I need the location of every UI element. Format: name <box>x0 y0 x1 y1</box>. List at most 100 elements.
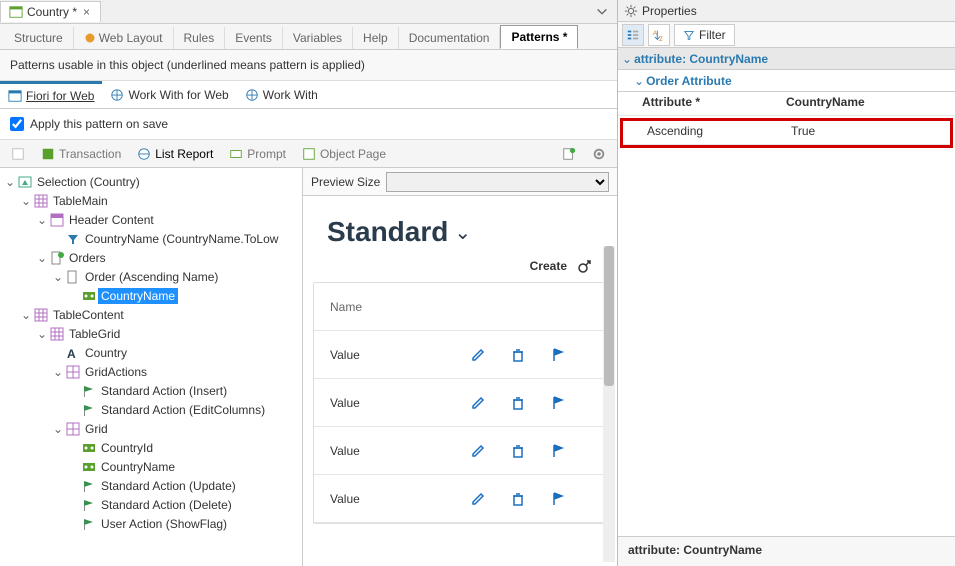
tree-sa-delete[interactable]: Standard Action (Delete) <box>0 495 302 514</box>
delete-icon[interactable] <box>510 443 550 459</box>
alphabetical-button[interactable]: AZ <box>648 24 670 46</box>
toolbar-btn-listreport[interactable]: List Report <box>130 144 220 164</box>
tab-help[interactable]: Help <box>353 27 399 49</box>
toolbar-btn-settings[interactable] <box>585 144 613 164</box>
row-label: Value <box>330 444 470 458</box>
tree-gridactions[interactable]: ⌄GridActions <box>0 362 302 381</box>
property-row[interactable]: Ascending True <box>623 121 950 145</box>
table-row: Value <box>314 379 606 427</box>
create-button[interactable]: Create <box>530 259 567 273</box>
tree-sa-update[interactable]: Standard Action (Update) <box>0 476 302 495</box>
tree-tablecontent[interactable]: ⌄TableContent <box>0 305 302 324</box>
delete-icon[interactable] <box>510 347 550 363</box>
properties-grid: ⌄attribute: CountryName ⌄Order Attribute… <box>618 48 955 536</box>
property-key: Attribute * <box>618 92 778 115</box>
description-bar: Patterns usable in this object (underlin… <box>0 50 617 81</box>
delete-icon[interactable] <box>510 395 550 411</box>
highlighted-property: Ascending True <box>620 118 953 148</box>
preview-table: Name Value Value Val <box>313 282 607 524</box>
property-group[interactable]: ⌄attribute: CountryName <box>618 48 955 70</box>
document-tab-strip: Country * × <box>0 0 617 24</box>
toolbar-btn-new[interactable] <box>4 144 32 164</box>
tab-overflow-icon[interactable] <box>587 5 617 19</box>
table-header: Name <box>314 283 606 331</box>
preview-title-row[interactable]: Standard ⌄ <box>313 206 607 258</box>
transaction-icon <box>9 5 23 19</box>
tab-structure[interactable]: Structure <box>4 27 74 49</box>
edit-icon[interactable] <box>470 443 510 459</box>
tree-sa-editcols[interactable]: Standard Action (EditColumns) <box>0 400 302 419</box>
properties-header: Properties <box>618 0 955 22</box>
pattern-tree: ⌄Selection (Country) ⌄TableMain ⌄Header … <box>0 168 302 566</box>
filter-icon <box>683 29 695 41</box>
property-subgroup[interactable]: ⌄Order Attribute <box>618 70 955 92</box>
table-row: Value <box>314 475 606 523</box>
delete-icon[interactable] <box>510 491 550 507</box>
tree-grid[interactable]: ⌄Grid <box>0 419 302 438</box>
properties-status: attribute: CountryName <box>618 536 955 566</box>
pattern-tabs: Fiori for Web Work With for Web Work Wit… <box>0 81 617 109</box>
pattern-tab-fiori[interactable]: Fiori for Web <box>0 81 102 108</box>
table-row: Value <box>314 427 606 475</box>
pattern-tab-ww[interactable]: Work With <box>237 81 326 108</box>
tab-documentation[interactable]: Documentation <box>399 27 501 49</box>
property-row[interactable]: Attribute * CountryName <box>618 92 955 116</box>
tab-variables[interactable]: Variables <box>283 27 353 49</box>
tree-countryname-col[interactable]: CountryName <box>0 457 302 476</box>
chevron-down-icon: ⌄ <box>454 220 471 245</box>
tab-rules[interactable]: Rules <box>174 27 226 49</box>
tree-tablemain[interactable]: ⌄TableMain <box>0 191 302 210</box>
tree-ua-showflag[interactable]: User Action (ShowFlag) <box>0 514 302 533</box>
preview-scrollbar[interactable] <box>603 246 615 562</box>
document-tab-title: Country * <box>27 5 77 19</box>
preview-title: Standard <box>327 216 448 248</box>
tree-tablegrid[interactable]: ⌄TableGrid <box>0 324 302 343</box>
flag-icon[interactable] <box>550 491 590 507</box>
gear-icon <box>624 4 638 18</box>
edit-icon[interactable] <box>470 491 510 507</box>
flag-icon[interactable] <box>550 347 590 363</box>
row-label: Value <box>330 492 470 506</box>
edit-icon[interactable] <box>470 395 510 411</box>
toolbar-btn-prompt[interactable]: Prompt <box>222 144 293 164</box>
tree-countryname-attr[interactable]: CountryName <box>0 286 302 305</box>
property-key: Ascending <box>623 121 783 144</box>
properties-toolbar: AZ Filter <box>618 22 955 48</box>
document-tab[interactable]: Country * × <box>0 1 101 22</box>
edit-icon[interactable] <box>470 347 510 363</box>
table-row: Value <box>314 331 606 379</box>
preview-size-label: Preview Size <box>311 175 380 189</box>
tree-countryname-filter[interactable]: CountryName (CountryName.ToLow <box>0 229 302 248</box>
tree-order[interactable]: ⌄Order (Ascending Name) <box>0 267 302 286</box>
pattern-tab-wwweb[interactable]: Work With for Web <box>102 81 236 108</box>
tree-country-col[interactable]: ACountry <box>0 343 302 362</box>
settings-popout-icon[interactable] <box>577 258 593 274</box>
flag-icon[interactable] <box>550 395 590 411</box>
close-icon[interactable]: × <box>81 5 92 19</box>
pattern-toolbar: Transaction List Report Prompt Object Pa… <box>0 140 617 168</box>
row-label: Value <box>330 396 470 410</box>
filter-box[interactable]: Filter <box>674 24 735 46</box>
toolbar-btn-objectpage[interactable]: Object Page <box>295 144 393 164</box>
categorized-button[interactable] <box>622 24 644 46</box>
apply-pattern-checkbox[interactable] <box>10 117 24 131</box>
flag-icon[interactable] <box>550 443 590 459</box>
preview-size-select[interactable] <box>386 172 609 192</box>
preview-pane: Preview Size Standard ⌄ Create Nam <box>302 168 617 566</box>
tab-patterns[interactable]: Patterns * <box>500 25 578 49</box>
tree-countryid[interactable]: CountryId <box>0 438 302 457</box>
toolbar-btn-transaction[interactable]: Transaction <box>34 144 128 164</box>
tree-sa-insert[interactable]: Standard Action (Insert) <box>0 381 302 400</box>
tab-web-layout[interactable]: Web Layout <box>74 27 174 49</box>
toolbar-btn-add[interactable] <box>555 144 583 164</box>
secondary-tab-strip: Structure Web Layout Rules Events Variab… <box>0 24 617 50</box>
tab-events[interactable]: Events <box>225 27 283 49</box>
tree-headercontent[interactable]: ⌄Header Content <box>0 210 302 229</box>
property-value[interactable]: CountryName <box>778 92 955 115</box>
row-label: Value <box>330 348 470 362</box>
svg-text:A: A <box>67 347 76 360</box>
property-value[interactable]: True <box>783 121 950 144</box>
apply-pattern-row: Apply this pattern on save <box>0 109 617 140</box>
tree-orders[interactable]: ⌄Orders <box>0 248 302 267</box>
tree-selection[interactable]: ⌄Selection (Country) <box>0 172 302 191</box>
